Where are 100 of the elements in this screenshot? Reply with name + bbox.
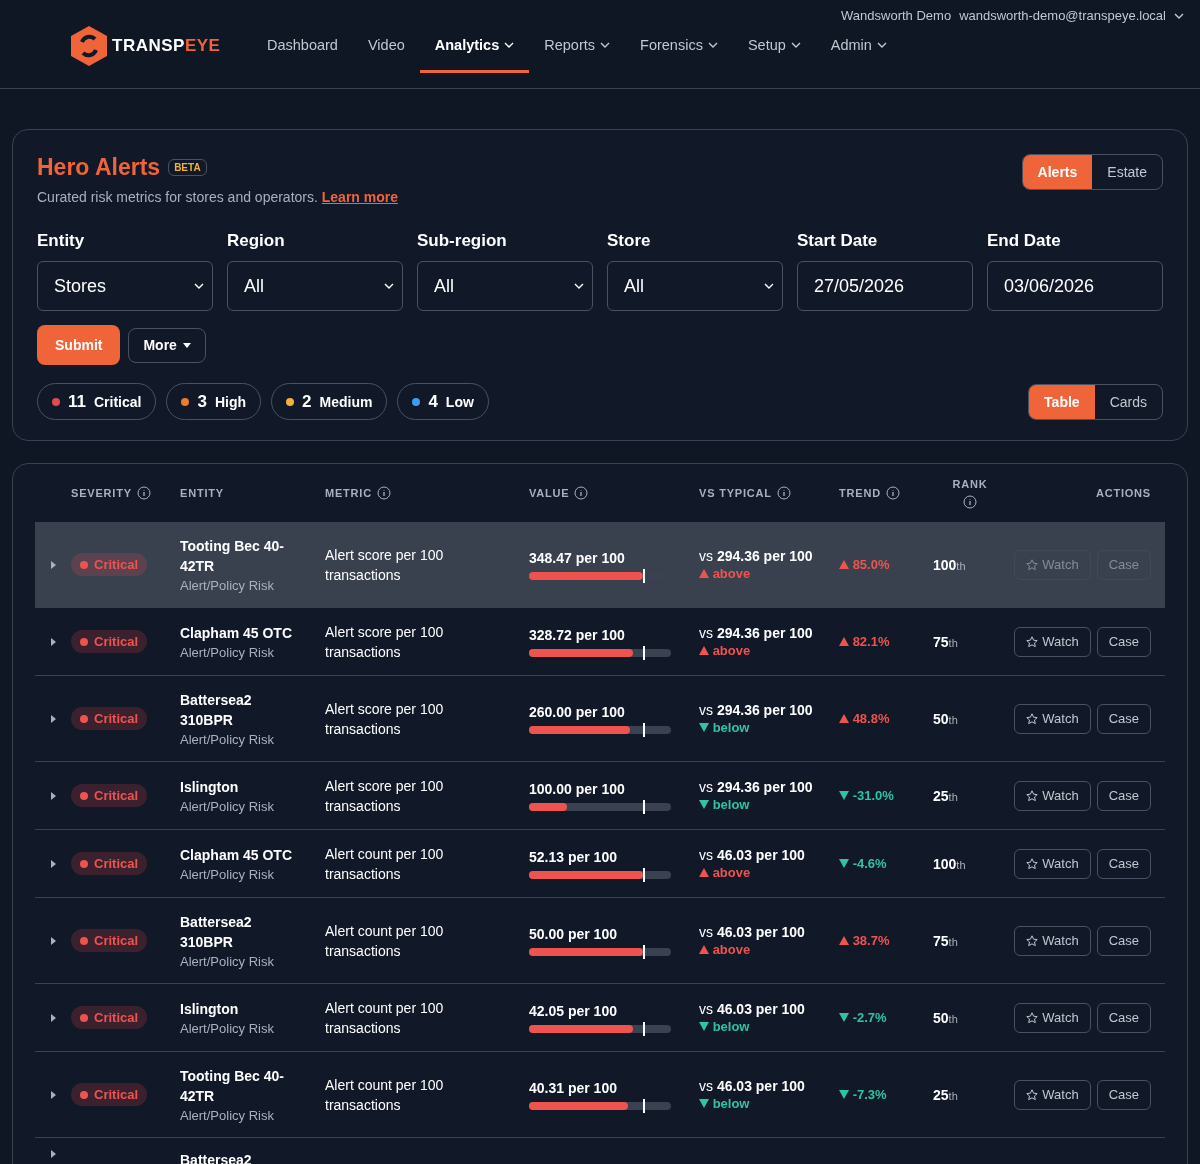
case-button[interactable]: Case (1096, 848, 1151, 879)
watch-button[interactable]: Watch (1014, 848, 1091, 879)
table-row[interactable]: Critical Tooting Bec 40-42TR Alert/Policy Risk Alert count per 100 transactions 40.31 per 100 vs 46.03 per 100 below -7.3% 25th Watch Case (35, 1052, 1165, 1138)
comparison-label: above (699, 942, 839, 957)
nav-tab[interactable]: Video (352, 19, 420, 73)
expand-icon[interactable] (50, 637, 56, 646)
field-label: Start Date (797, 231, 879, 251)
trend-value: -4.6% (839, 856, 933, 871)
expand-icon[interactable] (50, 791, 56, 800)
typical-marker (642, 1021, 645, 1036)
table-row[interactable]: Critical Clapham 45 OTC Alert/Policy Risk Alert score per 100 transactions 328.72 per 100 vs 294.36 per 100 above 82.1% 75th Watch Case (35, 608, 1165, 676)
case-button[interactable]: Case (1096, 1079, 1151, 1110)
triangle-down-icon (839, 1090, 849, 1099)
triangle-down-icon (699, 1022, 709, 1031)
severity-badge: Critical (71, 1083, 148, 1106)
typical-value: vs 46.03 per 100 (699, 1001, 806, 1017)
entity-name: Islington (180, 1000, 240, 1019)
comparison-label: below (699, 1019, 839, 1034)
watch-button[interactable]: Watch (1014, 703, 1091, 734)
triangle-up-icon (699, 868, 709, 877)
nav-tab[interactable]: Dashboard (252, 19, 353, 73)
case-button[interactable]: Case (1096, 703, 1151, 734)
case-button[interactable]: Case (1096, 925, 1151, 956)
nav-tab[interactable]: Forensics (625, 19, 733, 73)
trend-value: 38.7% (839, 933, 933, 948)
entity-name: Clapham 45 OTC (180, 846, 294, 865)
more-button[interactable]: More (128, 327, 206, 363)
expand-icon[interactable] (50, 1013, 56, 1022)
logo-text: TRANSP (112, 36, 185, 55)
select-field[interactable]: All (607, 261, 783, 311)
star-icon (1026, 857, 1039, 870)
column-header: TREND (839, 487, 881, 499)
nav-tab[interactable]: Setup (732, 19, 816, 73)
field-label: Region (227, 231, 286, 251)
metric-name: Alert score per 100 transactions (325, 699, 445, 739)
table-row[interactable]: Critical Clapham 45 OTC Alert/Policy Risk Alert count per 100 transactions 52.13 per 100 vs 46.03 per 100 above -4.6% 100th Watch Case (35, 830, 1165, 898)
triangle-down-icon (839, 1013, 849, 1022)
severity-badge: Critical (71, 553, 148, 576)
select-field[interactable]: All (417, 261, 593, 311)
learn-more-link[interactable]: Learn more (321, 189, 399, 205)
watch-button[interactable]: Watch (1014, 1002, 1091, 1033)
column-header: RANK (952, 477, 988, 490)
table-row[interactable]: Critical Battersea2 310BPR Alert/Policy Risk Alert score per 100 transactions 260.00 per 100 vs 294.36 per 100 below 48.8% 50th Watch Case (35, 676, 1165, 762)
entity-name: Clapham 45 OTC (180, 624, 294, 643)
triangle-up-icon (839, 637, 849, 646)
watch-button[interactable]: Watch (1014, 1079, 1091, 1110)
entity-category: Alert/Policy Risk (180, 732, 275, 747)
rank-value: 50th (933, 710, 959, 727)
entity-name: Islington (180, 778, 240, 797)
nav-tab[interactable]: Analytics (419, 19, 530, 73)
watch-button[interactable]: Watch (1014, 925, 1091, 956)
expand-icon[interactable] (50, 1150, 56, 1158)
typical-marker (642, 568, 645, 583)
select-field[interactable]: Stores (37, 261, 213, 311)
rank-value: 100th (933, 855, 967, 872)
column-header: VALUE (529, 487, 570, 499)
comparison-label: above (699, 865, 839, 880)
column-header: SEVERITY (71, 487, 132, 499)
nav-tab[interactable]: Reports (529, 19, 626, 73)
trend-value: 82.1% (839, 634, 933, 649)
star-icon (1026, 712, 1039, 725)
trend-value: 48.8% (839, 711, 933, 726)
caret-icon (182, 342, 191, 348)
table-row[interactable]: Critical Islington Alert/Policy Risk Alert count per 100 transactions 42.05 per 100 vs 46.03 per 100 below -2.7% 50th Watch Case (35, 984, 1165, 1052)
table-row[interactable]: Critical Battersea2 310BPR Alert/Policy Risk Alert count per 100 transactions 50.00 per 100 vs 46.03 per 100 above 38.7% 75th Watch Case (35, 898, 1165, 984)
expand-icon[interactable] (50, 560, 56, 569)
select-field[interactable]: All (227, 261, 403, 311)
column-header: ENTITY (180, 487, 224, 499)
expand-icon[interactable] (50, 936, 56, 945)
expand-icon[interactable] (50, 1090, 56, 1099)
field-label: Entity (37, 231, 86, 251)
triangle-down-icon (839, 859, 849, 868)
case-button[interactable]: Case (1096, 780, 1151, 811)
star-icon (1026, 1088, 1039, 1101)
entity-category: Alert/Policy Risk (180, 799, 275, 814)
metric-name: Alert score per 100 transactions (325, 622, 445, 662)
mode-option[interactable]: Estate (1092, 155, 1162, 189)
expand-icon[interactable] (50, 859, 56, 868)
column-header: METRIC (325, 487, 372, 499)
table-row[interactable]: Critical Tooting Bec 40-42TR Alert/Policy Risk Alert score per 100 transactions 348.47 per 100 vs 294.36 per 100 above 85.0% 100th Watch Case (35, 522, 1165, 608)
entity-category: Alert/Policy Risk (180, 578, 275, 593)
case-button[interactable]: Case (1096, 626, 1151, 657)
table-row[interactable]: Critical Islington Alert/Policy Risk Alert score per 100 transactions 100.00 per 100 vs 294.36 per 100 below -31.0% 25th Watch Case (35, 762, 1165, 830)
metric-value: 52.13 per 100 (529, 848, 618, 865)
typical-marker (642, 722, 645, 737)
column-header: ACTIONS (1095, 487, 1151, 499)
view-option[interactable]: Cards (1094, 384, 1162, 419)
date-field[interactable]: 27/05/2026 (797, 261, 973, 311)
typical-marker (642, 799, 645, 814)
case-button[interactable]: Case (1096, 1002, 1151, 1033)
triangle-up-icon (699, 569, 709, 578)
watch-button[interactable]: Watch (1014, 780, 1091, 811)
watch-button[interactable]: Watch (1014, 626, 1091, 657)
expand-icon[interactable] (50, 714, 56, 723)
trend-value: -7.3% (839, 1087, 933, 1102)
logo-icon (70, 25, 108, 67)
typical-value: vs 46.03 per 100 (699, 847, 806, 863)
date-field[interactable]: 03/06/2026 (987, 261, 1163, 311)
severity-badge: Critical (71, 784, 148, 807)
rank-value: 25th (933, 1086, 959, 1103)
